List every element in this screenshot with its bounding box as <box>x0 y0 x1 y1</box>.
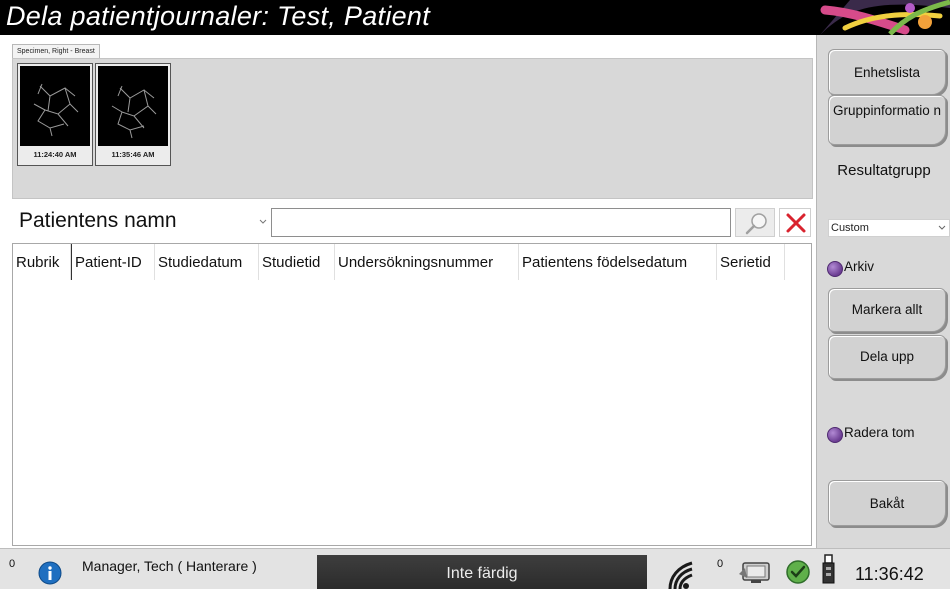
result-group-select[interactable]: Custom <box>828 219 950 237</box>
thumbnail-image <box>98 66 168 146</box>
chevron-down-icon <box>259 219 267 224</box>
app-window: Dela patientjournaler: Test, Patient Spe… <box>0 0 950 589</box>
right-panel: Enhetslista Gruppinformatio n Resultatgr… <box>816 35 950 548</box>
search-input[interactable] <box>271 208 731 237</box>
queue-count: 0 <box>717 558 724 570</box>
thumbnail-panel: 11:24:40 AM 11:35:46 AM <box>12 58 813 199</box>
radio-indicator <box>827 261 843 277</box>
column-header[interactable]: Studiedatum <box>155 244 259 280</box>
delete-empty-toggle[interactable]: Radera tom <box>825 423 937 447</box>
delete-empty-label: Radera tom <box>844 425 915 440</box>
back-button[interactable]: Bakåt <box>828 480 946 526</box>
column-header[interactable]: Patientens födelsedatum <box>519 244 717 280</box>
column-header[interactable]: Patient-ID <box>71 244 155 280</box>
archive-label: Arkiv <box>844 259 874 274</box>
title-bar: Dela patientjournaler: Test, Patient <box>0 0 950 35</box>
result-group-value: Custom <box>831 222 869 234</box>
clock: 11:36:42 <box>855 564 924 584</box>
search-row: Patientens namn <box>12 207 812 239</box>
table-header: Rubrik Patient-ID Studiedatum Studietid … <box>13 244 813 280</box>
result-group-label: Resultatgrupp <box>837 162 931 179</box>
status-bar: 0 Manager, Tech ( Hanterare ) Inte färdi… <box>0 548 950 589</box>
alert-count: 0 <box>9 558 16 570</box>
current-user[interactable]: Manager, Tech ( Hanterare ) <box>82 558 257 574</box>
search-button[interactable] <box>735 208 775 237</box>
device-list-button[interactable]: Enhetslista <box>828 49 946 95</box>
wifi-icon[interactable] <box>660 557 700 589</box>
radio-indicator <box>827 427 843 443</box>
column-header[interactable]: Undersökningsnummer <box>335 244 519 280</box>
monitor-icon[interactable] <box>735 560 775 586</box>
close-icon <box>786 213 806 233</box>
select-all-button[interactable]: Markera allt <box>828 288 946 332</box>
select-all-label: Markera allt <box>851 302 923 317</box>
status-indicator: Inte färdig <box>317 555 647 589</box>
thumbnail-1[interactable]: 11:24:40 AM <box>17 63 93 166</box>
check-icon[interactable] <box>785 559 811 585</box>
info-icon[interactable] <box>38 561 62 585</box>
back-label: Bakåt <box>869 496 905 511</box>
flower-decoration <box>820 0 950 35</box>
split-button[interactable]: Dela upp <box>828 335 946 379</box>
chevron-down-icon <box>938 225 946 230</box>
usb-icon[interactable] <box>820 553 836 587</box>
column-header[interactable]: Studietid <box>259 244 335 280</box>
specimen-strip: Specimen, Right - Breast 11:24:40 AM 11:… <box>12 44 813 199</box>
results-table: Rubrik Patient-ID Studiedatum Studietid … <box>12 243 812 546</box>
window-title: Dela patientjournaler: Test, Patient <box>6 1 431 31</box>
archive-toggle[interactable]: Arkiv <box>825 257 937 281</box>
search-icon <box>745 213 767 235</box>
group-info-label: Gruppinformatio n <box>832 103 942 118</box>
thumbnail-time: 11:24:40 AM <box>33 150 77 159</box>
specimen-tab[interactable]: Specimen, Right - Breast <box>12 44 100 58</box>
thumbnail-time: 11:35:46 AM <box>111 150 155 159</box>
split-label: Dela upp <box>859 349 915 364</box>
thumbnail-2[interactable]: 11:35:46 AM <box>95 63 171 166</box>
column-header[interactable]: Serietid <box>717 244 785 280</box>
search-field-dropdown[interactable]: Patientens namn <box>15 207 277 238</box>
group-info-button[interactable]: Gruppinformatio n <box>828 95 946 145</box>
clear-button[interactable] <box>779 208 811 237</box>
column-header[interactable]: Rubrik <box>13 244 71 280</box>
device-list-label: Enhetslista <box>853 65 921 80</box>
thumbnail-image <box>20 66 90 146</box>
search-field-label: Patientens namn <box>19 209 177 232</box>
